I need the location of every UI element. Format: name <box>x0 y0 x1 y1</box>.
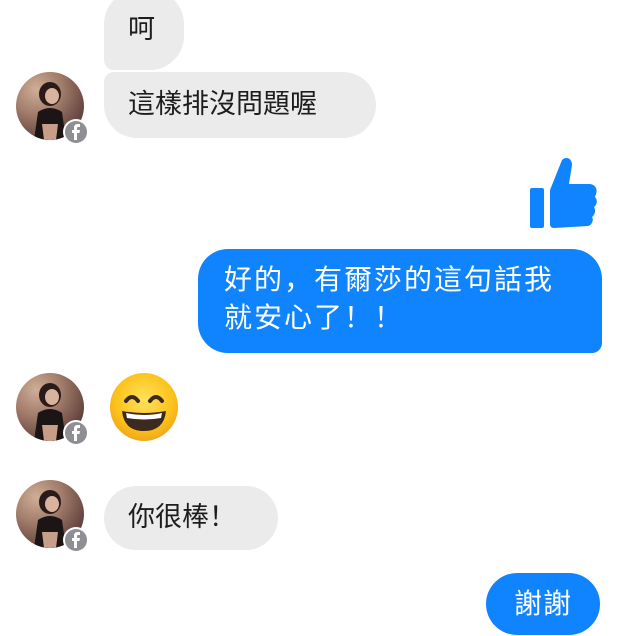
message-text: 好的，有爾莎的這句話我就安心了！！ <box>224 263 555 334</box>
incoming-message-bubble[interactable]: 呵 <box>104 0 184 70</box>
grinning-emoji-icon[interactable] <box>108 371 180 443</box>
facebook-badge <box>63 119 89 145</box>
sender-avatar[interactable] <box>16 373 89 446</box>
outgoing-message-bubble[interactable]: 好的，有爾莎的這句話我就安心了！！ <box>198 249 602 353</box>
message-text: 你很棒！ <box>128 502 236 533</box>
facebook-icon <box>65 422 87 444</box>
message-thread: 呵 這樣排沒問題喔 好的，有爾莎的這句話我就安心了！！ 你很棒！ 謝謝 <box>0 0 640 636</box>
facebook-badge <box>63 420 89 446</box>
facebook-badge <box>63 527 89 553</box>
facebook-icon <box>65 529 87 551</box>
facebook-icon <box>65 121 87 143</box>
sender-avatar[interactable] <box>16 480 89 553</box>
message-text: 呵 <box>128 14 155 45</box>
outgoing-message-bubble[interactable]: 謝謝 <box>486 573 600 635</box>
message-text: 這樣排沒問題喔 <box>128 89 317 120</box>
message-text: 謝謝 <box>513 587 572 620</box>
incoming-message-bubble[interactable]: 這樣排沒問題喔 <box>104 72 376 138</box>
thumbs-up-icon[interactable] <box>526 156 598 232</box>
sender-avatar[interactable] <box>16 72 89 145</box>
incoming-message-bubble[interactable]: 你很棒！ <box>104 486 278 550</box>
